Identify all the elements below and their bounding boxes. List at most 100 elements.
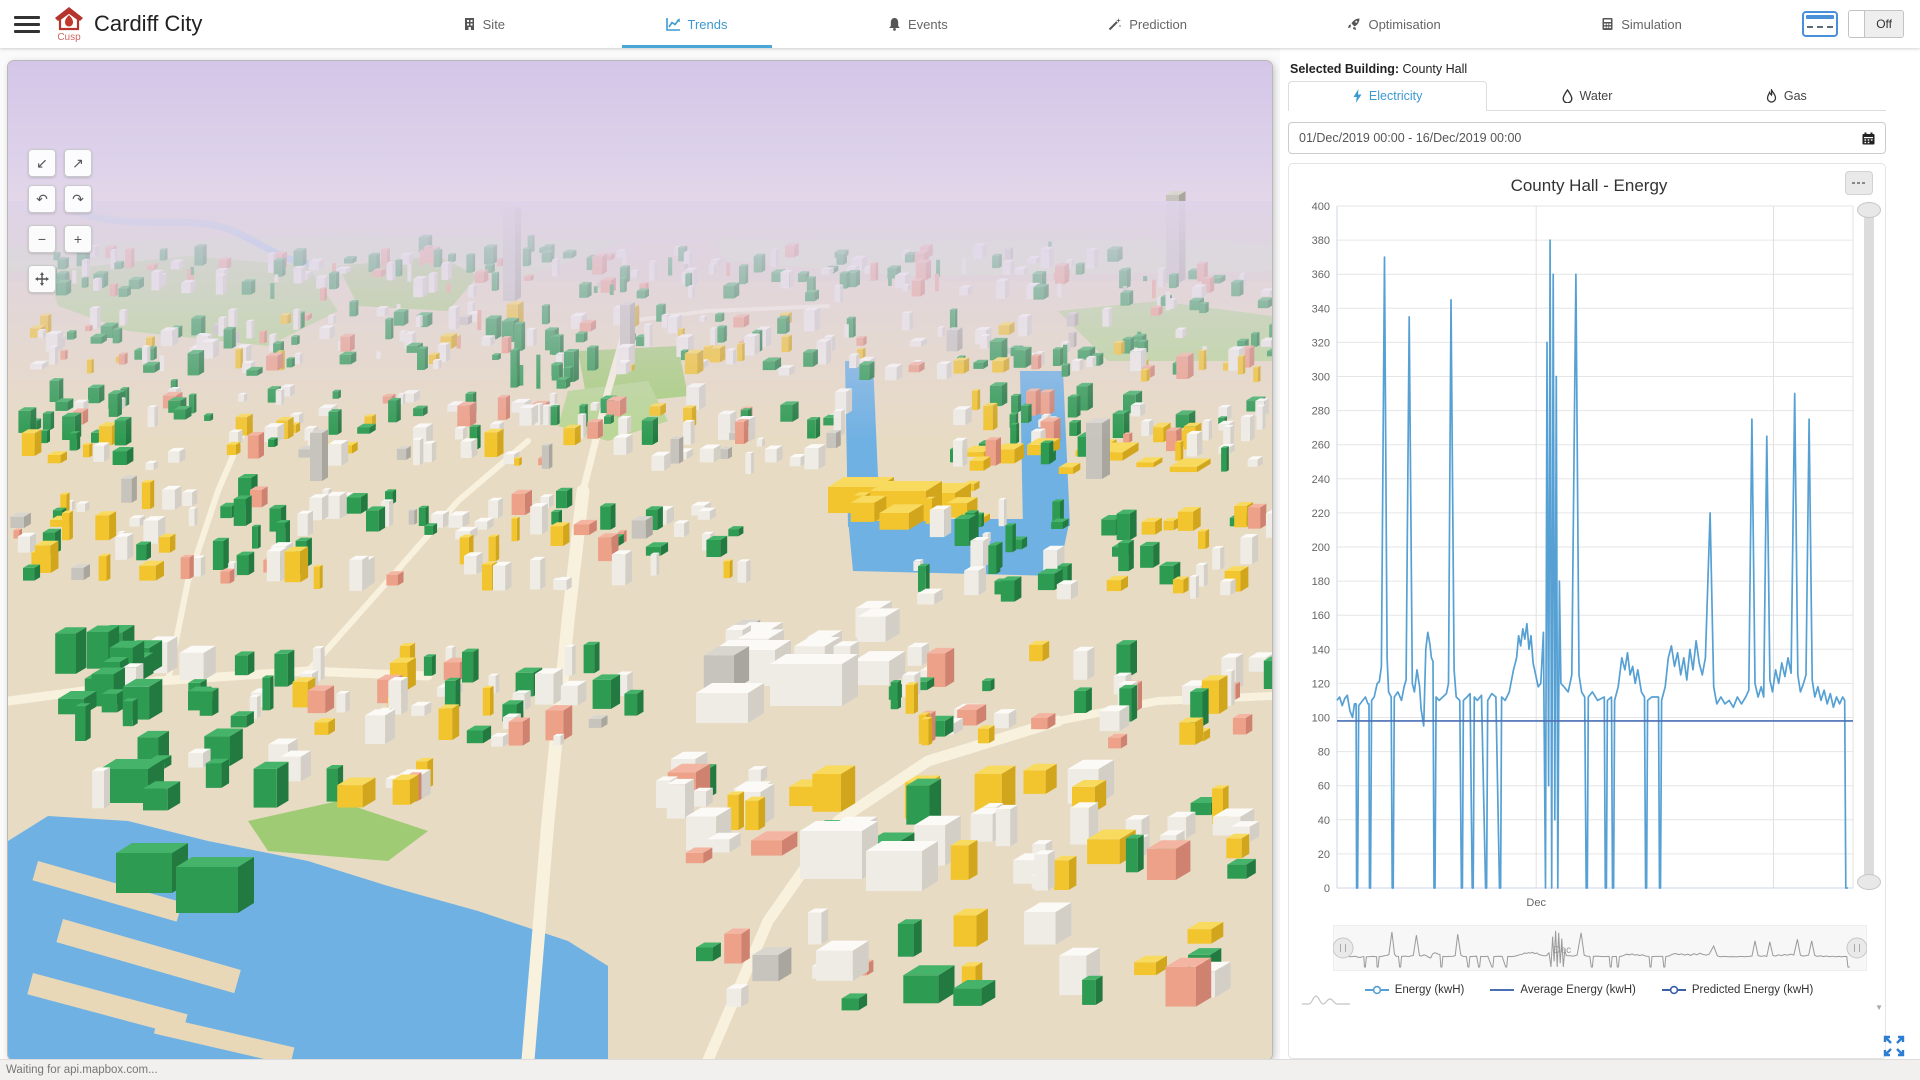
pan-icon	[34, 271, 50, 287]
nav-item-optimisation[interactable]: Optimisation	[1347, 0, 1440, 48]
svg-text:Dec: Dec	[1553, 945, 1571, 956]
svg-text:100: 100	[1312, 713, 1330, 725]
nav-label-simulation: Simulation	[1621, 17, 1682, 32]
svg-text:280: 280	[1312, 406, 1330, 418]
dashed-line-icon	[1807, 26, 1833, 28]
svg-text:20: 20	[1318, 849, 1330, 861]
utility-tabs: Electricity Water Gas	[1288, 81, 1886, 111]
app-title: Cardiff City	[94, 11, 202, 37]
magic-wand-icon	[1108, 17, 1122, 31]
top-navbar: Cusp Cardiff City Site Trends Events Pre…	[0, 0, 1920, 48]
legend-label-predicted: Predicted Energy (kwH)	[1692, 984, 1813, 996]
zoom-in-button[interactable]: +	[64, 225, 92, 253]
nav-label-site: Site	[483, 17, 505, 32]
svg-text:380: 380	[1312, 235, 1330, 247]
svg-text:160: 160	[1312, 610, 1330, 622]
map-controls: ↙ ↗ ↶ ↷ − +	[28, 149, 94, 301]
selected-building-label: Selected Building:	[1290, 62, 1399, 76]
brand: Cusp Cardiff City	[52, 5, 202, 43]
fullscreen-button[interactable]	[1882, 1034, 1906, 1058]
svg-text:400: 400	[1312, 201, 1330, 213]
zoom-out-button[interactable]: −	[28, 225, 56, 253]
svg-text:360: 360	[1312, 269, 1330, 281]
nav-label-prediction: Prediction	[1129, 17, 1187, 32]
nav-item-events[interactable]: Events	[888, 0, 948, 48]
chart-navigator[interactable]: Dec	[1333, 925, 1867, 971]
nav-item-simulation[interactable]: Simulation	[1601, 0, 1682, 48]
pan-button[interactable]	[28, 265, 56, 293]
nav-item-prediction[interactable]: Prediction	[1108, 0, 1187, 48]
chart-zoom-slider[interactable]	[1864, 210, 1874, 882]
legend-label-average: Average Energy (kwH)	[1520, 984, 1635, 996]
calendar-icon[interactable]	[1862, 132, 1875, 145]
date-range-input[interactable]: 01/Dec/2019 00:00 - 16/Dec/2019 00:00	[1288, 122, 1886, 154]
nav-label-trends: Trends	[688, 17, 728, 32]
svg-text:300: 300	[1312, 372, 1330, 384]
tab-electricity[interactable]: Electricity	[1288, 81, 1487, 111]
browser-status-bar: Waiting for api.mapbox.com...	[0, 1059, 1920, 1080]
nav-label-optimisation: Optimisation	[1368, 17, 1440, 32]
cusp-logo-icon: Cusp	[52, 5, 86, 43]
toggle-knob	[1849, 11, 1865, 37]
energy-chart-plot[interactable]: 0 20 40 60 80 100 120 140 160 180 200 220 240 260 280 3…	[1293, 198, 1885, 918]
status-text: Waiting for api.mapbox.com...	[6, 1064, 158, 1076]
svg-text:180: 180	[1312, 576, 1330, 588]
svg-text:60: 60	[1318, 781, 1330, 793]
svg-text:220: 220	[1312, 508, 1330, 520]
slider-handle-top[interactable]	[1857, 202, 1881, 218]
tab-water[interactable]: Water	[1487, 81, 1686, 111]
menu-hamburger-icon[interactable]	[14, 12, 40, 37]
svg-text:0: 0	[1324, 883, 1330, 895]
svg-text:240: 240	[1312, 474, 1330, 486]
nav-item-trends[interactable]: Trends	[666, 0, 728, 48]
energy-chart-card: County Hall - Energy 0204060801001201401…	[1288, 163, 1886, 1059]
svg-text:120: 120	[1312, 678, 1330, 690]
svg-text:140: 140	[1312, 644, 1330, 656]
fullscreen-expand-icon	[1882, 1034, 1906, 1058]
rocket-icon	[1347, 17, 1361, 31]
nav-item-site[interactable]: Site	[463, 0, 505, 48]
legend-item-energy[interactable]: Energy (kwH)	[1365, 984, 1465, 996]
selected-building-value: County Hall	[1403, 62, 1468, 76]
selected-building: Selected Building: County Hall	[1290, 62, 1886, 76]
svg-text:40: 40	[1318, 815, 1330, 827]
svg-text:340: 340	[1312, 303, 1330, 315]
svg-text:260: 260	[1312, 440, 1330, 452]
svg-text:Dec: Dec	[1526, 897, 1546, 909]
timeline-toggle-button[interactable]	[1802, 11, 1838, 37]
slider-handle-bottom[interactable]	[1857, 874, 1881, 890]
svg-text:320: 320	[1312, 337, 1330, 349]
logo-text: Cusp	[52, 33, 86, 43]
legend-label-energy: Energy (kwH)	[1395, 984, 1465, 996]
calculator-icon	[1601, 17, 1614, 31]
bell-icon	[888, 17, 901, 31]
water-droplet-icon	[1562, 89, 1573, 103]
svg-text:200: 200	[1312, 542, 1330, 554]
rotate-cw-button[interactable]: ↷	[64, 185, 92, 213]
city-map-panel[interactable]: ↙ ↗ ↶ ↷ − +	[8, 61, 1272, 1060]
context-menu-icon	[1852, 180, 1866, 186]
energy-series-swatch	[1365, 985, 1389, 995]
legend-item-average[interactable]: Average Energy (kwH)	[1490, 984, 1635, 996]
tab-label-gas: Gas	[1784, 89, 1807, 103]
rotate-ccw-button[interactable]: ↶	[28, 185, 56, 213]
predicted-series-swatch	[1662, 985, 1686, 995]
off-toggle[interactable]: Off	[1848, 10, 1904, 38]
bolt-icon	[1353, 89, 1362, 103]
nav-label-events: Events	[908, 17, 948, 32]
tab-gas[interactable]: Gas	[1687, 81, 1886, 111]
city-map-3d[interactable]	[8, 61, 1272, 1060]
scroll-caret-icon[interactable]: ▼	[1875, 1003, 1883, 1012]
navigator-thumbnail-icon	[1301, 993, 1351, 1012]
chart-legend: Energy (kwH) Average Energy (kwH) Predic…	[1293, 984, 1885, 996]
chart-icon	[666, 17, 681, 31]
tilt-down-button[interactable]: ↙	[28, 149, 56, 177]
flame-icon	[1766, 89, 1777, 103]
tab-label-water: Water	[1580, 89, 1613, 103]
trends-panel: Selected Building: County Hall Electrici…	[1280, 48, 1920, 1060]
tilt-up-button[interactable]: ↗	[64, 149, 92, 177]
chart-context-menu-button[interactable]	[1845, 171, 1873, 195]
legend-item-predicted[interactable]: Predicted Energy (kwH)	[1662, 984, 1813, 996]
navbar-right-controls: Off	[1802, 10, 1904, 38]
svg-text:80: 80	[1318, 747, 1330, 759]
